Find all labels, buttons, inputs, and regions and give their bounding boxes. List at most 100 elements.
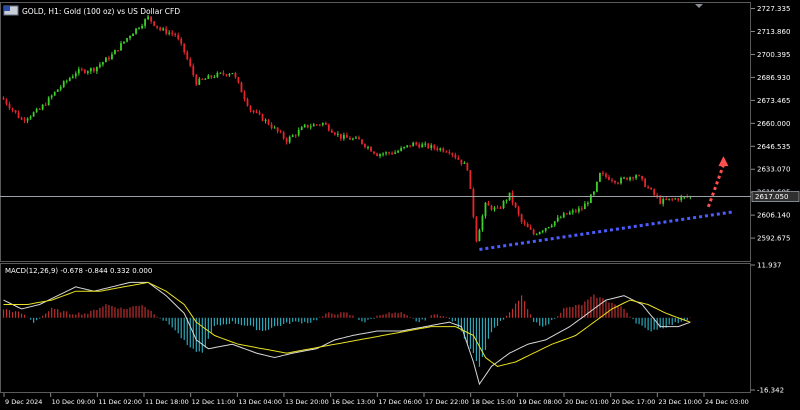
bull-candle — [35, 108, 38, 113]
bull-candle — [288, 136, 291, 143]
bull-candle — [105, 57, 107, 63]
bear-candle — [608, 176, 610, 180]
bull-candle — [68, 78, 71, 81]
bear-candle — [650, 187, 653, 190]
bear-candle — [294, 135, 297, 137]
bull-candle — [463, 162, 466, 164]
bear-candle — [418, 144, 421, 148]
time-tick-label: 16 Dec 13:00 — [332, 398, 376, 406]
bear-candle — [641, 175, 644, 179]
bull-candle — [321, 122, 324, 125]
bull-candle — [535, 234, 538, 236]
time-tick-label: 9 Dec 2024 — [5, 398, 42, 406]
bear-candle — [373, 151, 375, 154]
bear-candle — [526, 223, 529, 228]
bull-candle — [577, 208, 580, 212]
bear-candle — [472, 188, 475, 217]
price-tick-label: 2592.675 — [757, 235, 790, 243]
price-tick-label: 2646.535 — [757, 143, 790, 151]
bull-candle — [207, 75, 210, 79]
bull-candle — [126, 38, 128, 42]
bull-candle — [674, 198, 677, 200]
bull-candle — [102, 62, 104, 65]
bear-candle — [653, 189, 656, 195]
bull-candle — [620, 178, 622, 184]
bull-candle — [59, 86, 62, 90]
time-tick-label: 10 Dec 09:00 — [52, 398, 96, 406]
bull-candle — [550, 225, 553, 227]
bull-candle — [74, 73, 77, 77]
bull-candle — [65, 80, 68, 82]
bear-candle — [333, 132, 336, 135]
bear-candle — [195, 75, 198, 85]
bear-candle — [454, 154, 457, 158]
bear-candle — [171, 32, 174, 34]
bull-candle — [342, 135, 345, 139]
bull-candle — [596, 181, 598, 192]
bear-candle — [8, 104, 11, 109]
bear-candle — [174, 33, 177, 36]
bull-candle — [635, 175, 637, 179]
bear-candle — [261, 114, 264, 121]
bull-candle — [62, 81, 65, 87]
bull-candle — [89, 68, 92, 72]
bull-candle — [478, 229, 481, 242]
bull-candle — [147, 16, 149, 20]
bear-candle — [574, 210, 577, 212]
current-price-label: 2617.050 — [755, 193, 788, 201]
bull-candle — [379, 154, 381, 156]
bear-candle — [644, 178, 647, 187]
bear-candle — [5, 99, 8, 105]
bear-candle — [532, 229, 535, 235]
time-tick-label: 13 Dec 20:00 — [285, 398, 329, 406]
bear-candle — [267, 119, 270, 125]
bear-candle — [580, 208, 583, 210]
chart-window: GOLD, H1: Gold (100 oz) vs US Dollar CFD… — [0, 0, 800, 410]
bull-candle — [129, 36, 131, 39]
bull-candle — [135, 28, 137, 34]
bull-candle — [623, 177, 625, 179]
bear-candle — [225, 74, 228, 76]
macd-label: MACD(12,26,9) -0.678 -0.844 0.332 0.000 — [5, 267, 152, 275]
bear-candle — [496, 207, 499, 209]
bear-candle — [279, 131, 282, 133]
bull-candle — [300, 127, 303, 130]
bull-candle — [553, 221, 556, 226]
bear-candle — [529, 227, 532, 230]
bull-candle — [680, 196, 683, 201]
bear-candle — [330, 130, 333, 133]
bear-candle — [234, 73, 237, 78]
bear-candle — [665, 198, 668, 200]
bear-candle — [671, 198, 674, 200]
bear-candle — [276, 127, 279, 132]
bull-candle — [41, 104, 44, 110]
bear-candle — [626, 177, 628, 180]
bull-candle — [502, 201, 505, 209]
bear-candle — [409, 145, 412, 147]
macd-tick-label: 11.937 — [757, 262, 782, 270]
bull-candle — [589, 194, 592, 203]
bull-candle — [114, 50, 116, 55]
bull-candle — [120, 43, 122, 51]
bull-candle — [168, 32, 171, 34]
bear-candle — [11, 108, 14, 111]
bull-candle — [95, 66, 98, 72]
bear-candle — [490, 205, 493, 210]
bull-candle — [439, 148, 442, 151]
bull-candle — [599, 172, 601, 182]
bear-candle — [617, 182, 619, 184]
time-tick-label: 12 Dec 11:00 — [192, 398, 236, 406]
bear-candle — [339, 133, 342, 139]
bear-candle — [20, 117, 23, 120]
bull-candle — [355, 137, 357, 139]
bear-candle — [38, 108, 41, 110]
bear-candle — [108, 57, 110, 60]
bull-candle — [123, 41, 125, 44]
bull-candle — [216, 72, 219, 77]
bull-candle — [53, 91, 56, 96]
time-tick-label: 23 Dec 10:00 — [658, 398, 702, 406]
bull-candle — [144, 19, 146, 26]
bear-candle — [677, 198, 680, 201]
bear-candle — [156, 25, 159, 28]
bull-candle — [291, 135, 294, 137]
